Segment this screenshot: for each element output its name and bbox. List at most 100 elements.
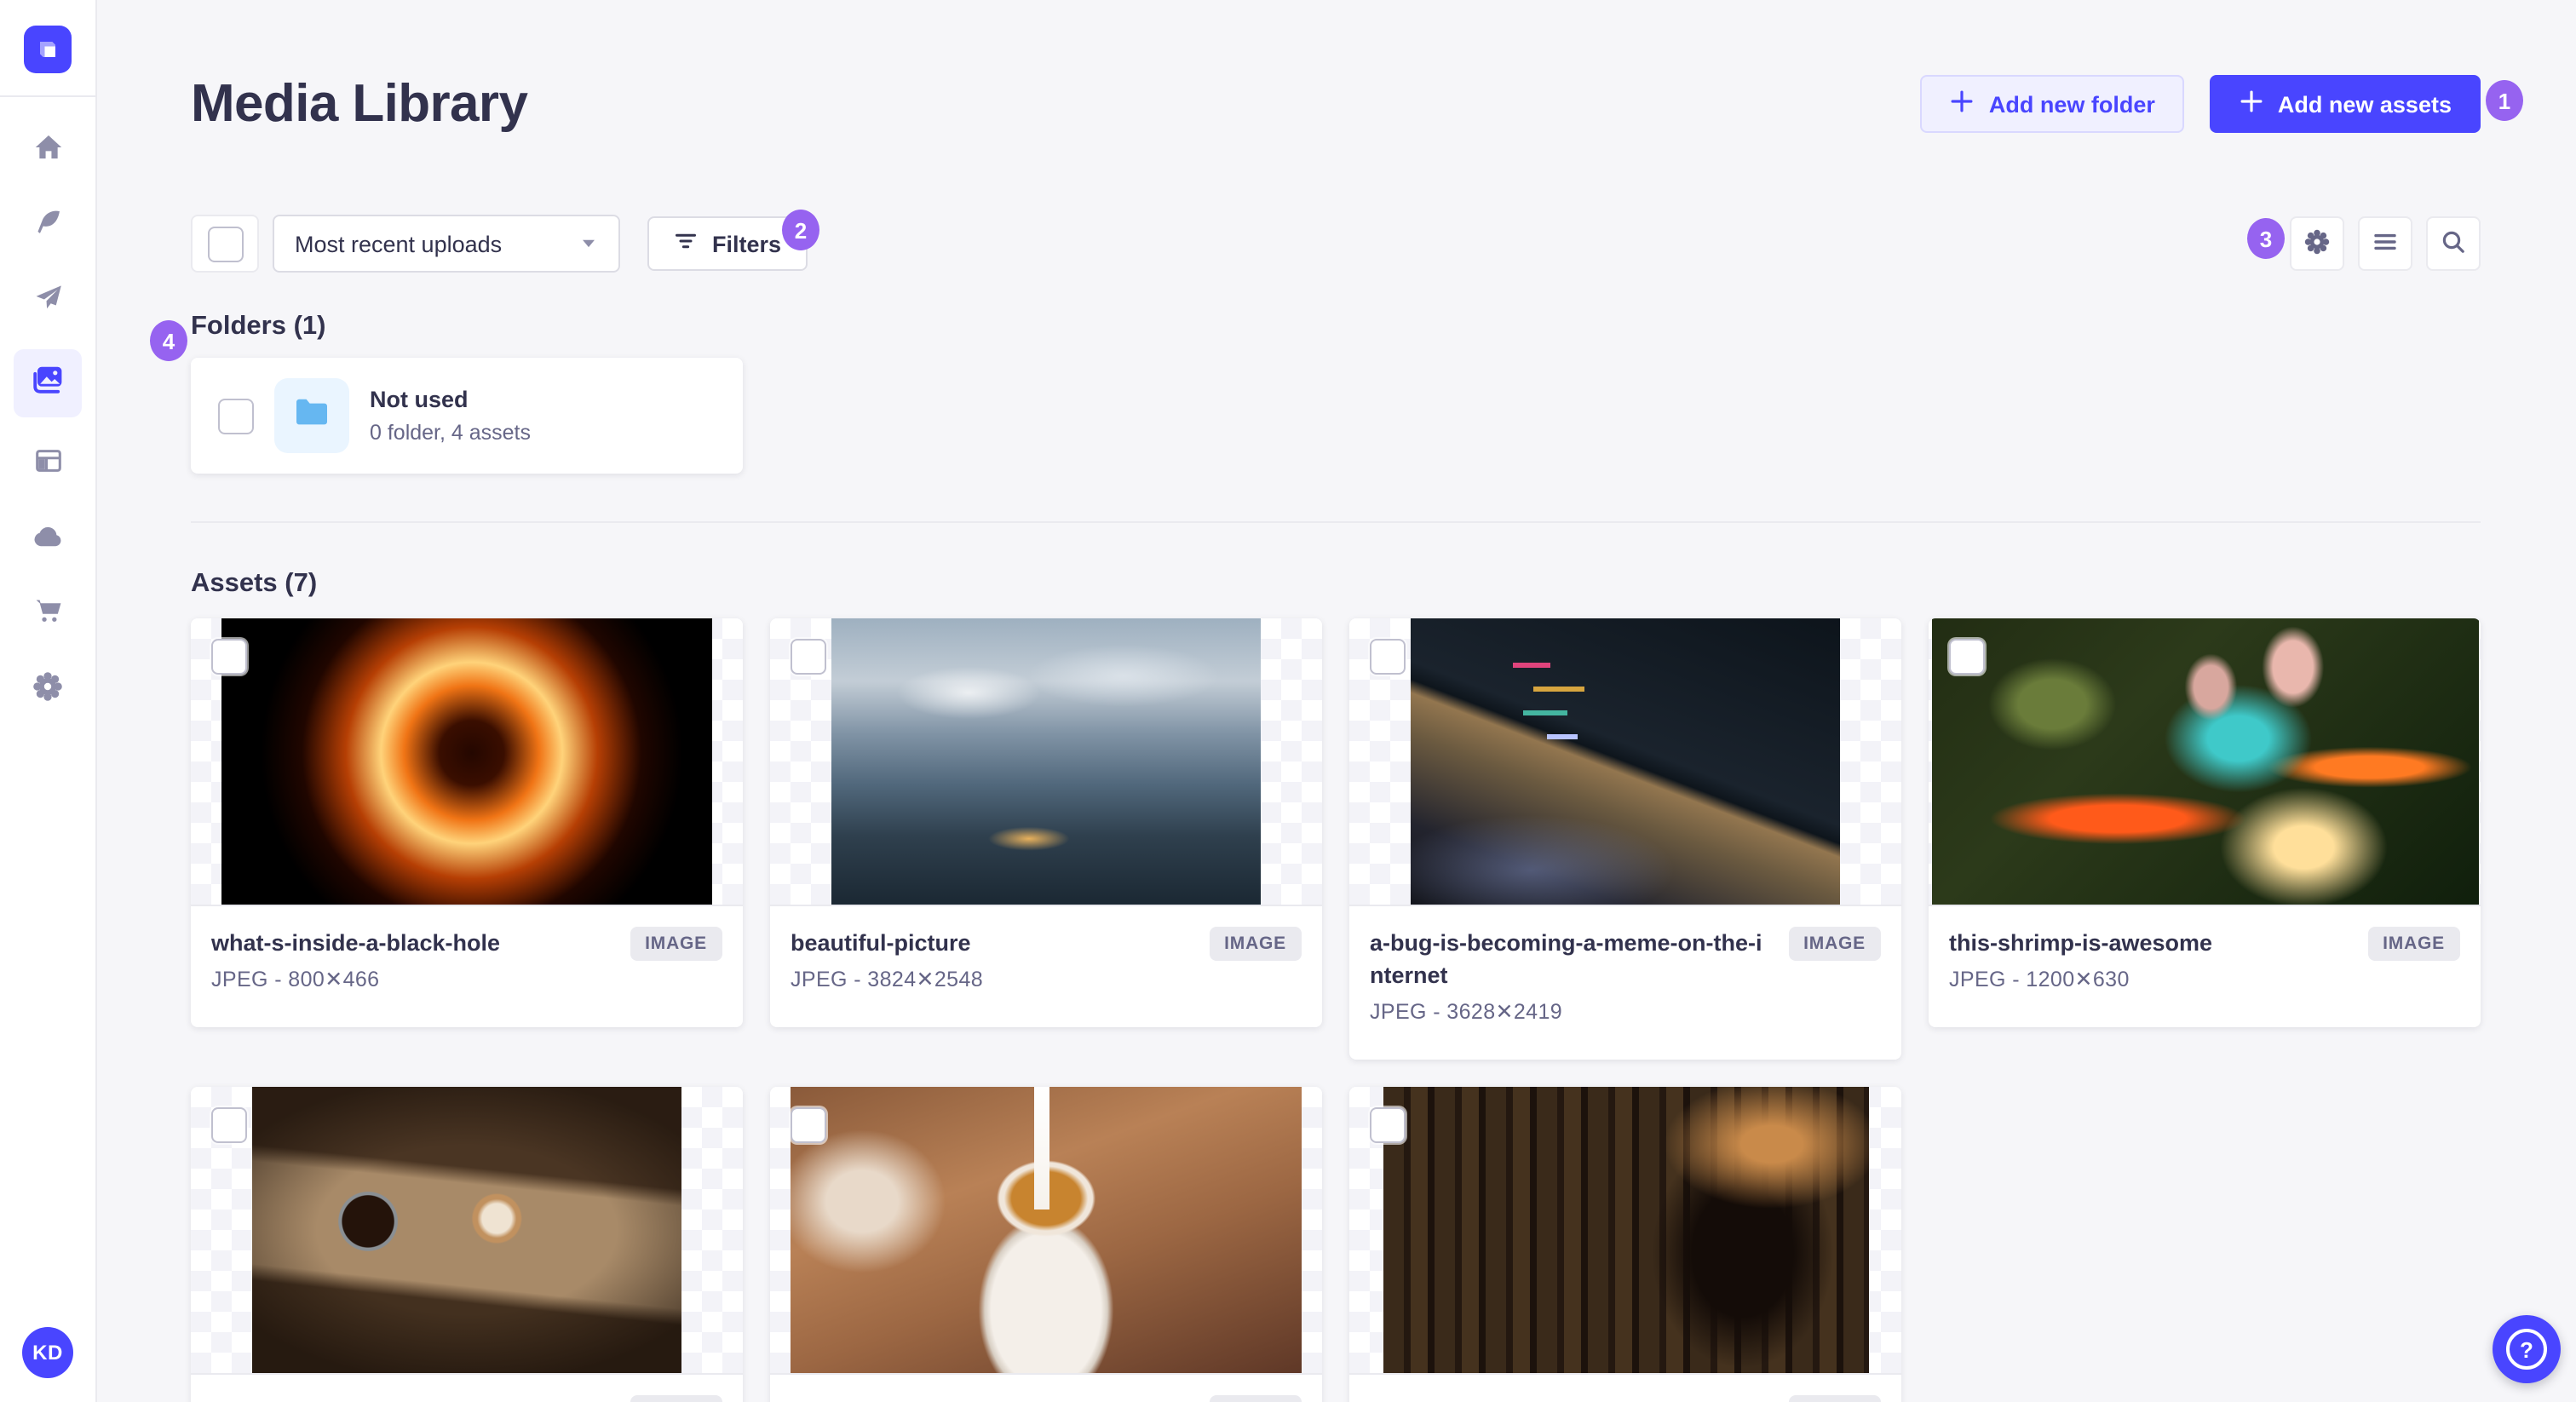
- asset-name: this-shrimp-is-awesome: [1949, 930, 2213, 956]
- asset-checkbox[interactable]: [1949, 639, 1985, 675]
- folder-tile: [274, 378, 349, 453]
- search-icon: [2440, 227, 2467, 260]
- asset-caption: what-s-inside-a-black-hole JPEG - 800✕46…: [191, 906, 743, 1027]
- list-view-button[interactable]: [2358, 216, 2412, 271]
- asset-checkbox[interactable]: [211, 639, 247, 675]
- asset-card[interactable]: the-internet-s-own-boy JPEG - 1200✕707 I…: [1349, 1087, 1901, 1402]
- sidebar-item-deploy[interactable]: [14, 513, 82, 567]
- sidebar-item-layout[interactable]: [14, 438, 82, 492]
- sidebar-item-settings[interactable]: [14, 663, 82, 717]
- asset-thumbnail: [1383, 1087, 1868, 1373]
- folders-grid: Not used 0 folder, 4 assets: [191, 358, 2481, 474]
- asset-thumbnail-area: [191, 1087, 743, 1375]
- home-icon: [32, 131, 64, 172]
- asset-thumbnail: [221, 618, 712, 905]
- asset-checkbox[interactable]: [211, 1107, 247, 1143]
- asset-name: what-s-inside-a-black-hole: [211, 930, 501, 956]
- asset-meta: JPEG - 3824✕2548: [791, 968, 984, 991]
- asset-caption: the-internet-s-own-boy JPEG - 1200✕707 I…: [1349, 1375, 1901, 1402]
- asset-thumbnail-area: [1349, 618, 1901, 906]
- add-new-folder-button[interactable]: Add new folder: [1920, 75, 2184, 133]
- add-new-assets-button[interactable]: Add new assets: [2209, 75, 2481, 133]
- folders-heading: Folders (1): [191, 312, 326, 341]
- asset-type-badge: IMAGE: [630, 927, 722, 961]
- media-library-icon: [29, 360, 66, 406]
- shopping-cart-icon: [32, 595, 64, 635]
- toolbar-right: [2290, 216, 2481, 271]
- sidebar-item-release[interactable]: [14, 274, 82, 329]
- assets-heading: Assets (7): [191, 569, 318, 598]
- grid-settings-button[interactable]: [2290, 216, 2344, 271]
- asset-type-badge: IMAGE: [630, 1395, 722, 1402]
- feather-content-icon: [32, 206, 64, 247]
- search-button[interactable]: [2426, 216, 2481, 271]
- folder-icon: [291, 391, 332, 440]
- asset-thumbnail-area: [770, 1087, 1322, 1375]
- list-view-icon: [2372, 227, 2399, 260]
- strapi-logo-icon[interactable]: [24, 26, 72, 73]
- asset-name: coffee-beans: [211, 1395, 612, 1402]
- sidebar-item-home[interactable]: [14, 124, 82, 179]
- plus-icon: [1950, 89, 1975, 119]
- section-divider: [191, 521, 2481, 523]
- help-button[interactable]: ?: [2493, 1315, 2561, 1383]
- sidebar: KD: [0, 0, 97, 1402]
- asset-texts: coffee-art JPEG - 5824✕3259: [791, 1395, 1192, 1402]
- asset-name: coffee-art: [791, 1395, 1192, 1402]
- asset-name: a-bug-is-becoming-a-meme-on-the-internet: [1370, 930, 1762, 988]
- sort-dropdown-value: Most recent uploads: [295, 231, 503, 256]
- sort-dropdown[interactable]: Most recent uploads: [273, 215, 620, 273]
- folder-checkbox[interactable]: [218, 398, 254, 434]
- asset-name: beautiful-picture: [791, 930, 971, 956]
- asset-texts: this-shrimp-is-awesome JPEG - 1200✕630: [1949, 927, 2350, 993]
- asset-checkbox[interactable]: [1370, 639, 1406, 675]
- toolbar: Most recent uploads Filters: [191, 215, 2481, 273]
- asset-card[interactable]: what-s-inside-a-black-hole JPEG - 800✕46…: [191, 618, 743, 1027]
- asset-type-badge: IMAGE: [1209, 1395, 1302, 1402]
- asset-texts: coffee-beans JPEG - 5021✕3347: [211, 1395, 612, 1402]
- user-avatar[interactable]: KD: [22, 1327, 73, 1378]
- sidebar-item-content[interactable]: [14, 199, 82, 254]
- gear-icon: [31, 669, 65, 711]
- layout-panel-icon: [32, 445, 64, 486]
- asset-meta: JPEG - 800✕466: [211, 968, 380, 991]
- asset-thumbnail-area: [770, 618, 1322, 906]
- asset-card[interactable]: coffee-beans JPEG - 5021✕3347 IMAGE: [191, 1087, 743, 1402]
- folder-texts: Not used 0 folder, 4 assets: [370, 385, 531, 446]
- asset-card[interactable]: a-bug-is-becoming-a-meme-on-the-internet…: [1349, 618, 1901, 1060]
- add-new-folder-label: Add new folder: [1988, 91, 2155, 117]
- checkbox-box: [207, 226, 243, 261]
- sidebar-item-media-library[interactable]: [14, 349, 82, 417]
- asset-texts: what-s-inside-a-black-hole JPEG - 800✕46…: [211, 927, 612, 993]
- asset-caption: coffee-art JPEG - 5824✕3259 IMAGE: [770, 1375, 1322, 1402]
- asset-texts: beautiful-picture JPEG - 3824✕2548: [791, 927, 1192, 993]
- asset-checkbox[interactable]: [791, 1107, 826, 1143]
- asset-thumbnail: [791, 1087, 1302, 1373]
- page-header: Media Library Add new folder Add new ass…: [191, 73, 2481, 135]
- asset-card[interactable]: beautiful-picture JPEG - 3824✕2548 IMAGE: [770, 618, 1322, 1027]
- asset-card[interactable]: coffee-art JPEG - 5824✕3259 IMAGE: [770, 1087, 1322, 1402]
- folder-meta: 0 folder, 4 assets: [370, 421, 532, 445]
- asset-thumbnail: [831, 618, 1261, 905]
- app-root: KD Media Library Add new folder Add new …: [0, 0, 2576, 1402]
- asset-caption: this-shrimp-is-awesome JPEG - 1200✕630 I…: [1929, 906, 2481, 1027]
- cloud-icon: [31, 519, 65, 561]
- folder-card[interactable]: Not used 0 folder, 4 assets: [191, 358, 743, 474]
- asset-card[interactable]: this-shrimp-is-awesome JPEG - 1200✕630 I…: [1929, 618, 2481, 1027]
- sidebar-item-marketplace[interactable]: [14, 588, 82, 642]
- chevron-down-icon: [579, 231, 598, 256]
- sidebar-nav: [0, 97, 95, 717]
- asset-type-badge: IMAGE: [1788, 927, 1881, 961]
- asset-checkbox[interactable]: [1370, 1107, 1406, 1143]
- asset-checkbox[interactable]: [791, 639, 826, 675]
- select-all-checkbox[interactable]: [191, 215, 259, 273]
- annotation-badge-3: 3: [2247, 218, 2285, 259]
- settings-gear-icon: [2302, 226, 2332, 261]
- strapi-logo-glyph: [40, 42, 55, 57]
- page-title: Media Library: [191, 73, 528, 133]
- asset-meta: JPEG - 3628✕2419: [1370, 1000, 1563, 1024]
- annotation-badge-1: 1: [2486, 80, 2523, 121]
- asset-name: the-internet-s-own-boy: [1370, 1395, 1771, 1402]
- asset-thumbnail-area: [1349, 1087, 1901, 1375]
- folder-name: Not used: [370, 387, 469, 412]
